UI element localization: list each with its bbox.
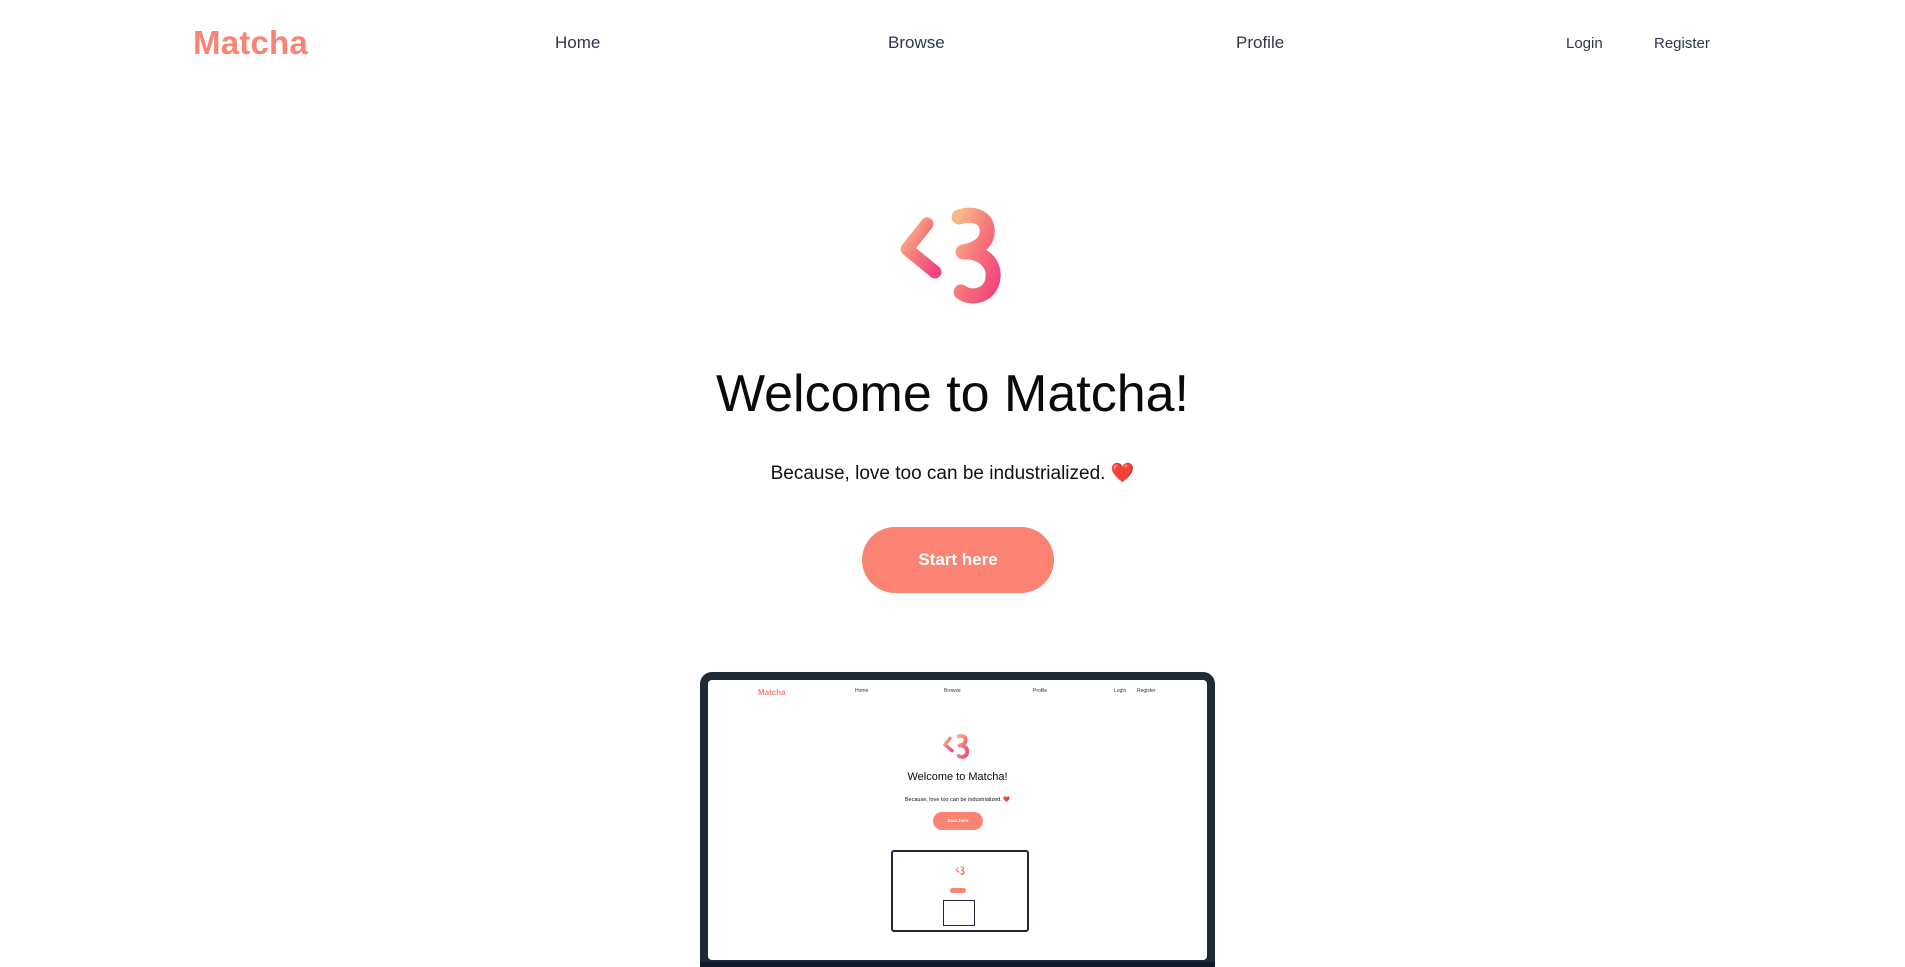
hero-title: Welcome to Matcha! — [715, 365, 1189, 423]
nav-browse-link[interactable]: Browse — [888, 33, 945, 53]
hero-subtitle: Because, love too can be industrialized.… — [770, 463, 1135, 484]
laptop-base — [700, 962, 1215, 967]
preview-start-button: Start here — [933, 812, 983, 830]
preview-subtitle: Because, love too can be industrialized.… — [904, 797, 1011, 803]
preview-nav-profile: Profile — [1033, 688, 1048, 694]
matcha-heart-logo-icon — [900, 207, 1001, 304]
nested-laptop-preview — [891, 850, 1029, 932]
preview-brand: Matcha — [758, 688, 786, 697]
login-link[interactable]: Login — [1566, 35, 1603, 52]
preview-nav-register: Register — [1137, 688, 1156, 694]
brand-logo-link[interactable]: Matcha — [193, 24, 308, 62]
preview-title: Welcome to Matcha! — [907, 771, 1008, 783]
register-link[interactable]: Register — [1654, 35, 1710, 52]
preview-nav-browse: Browse — [944, 688, 961, 694]
preview-nav-login: Login — [1114, 688, 1127, 694]
laptop-preview: Matcha Home Browse Profile Login Registe… — [700, 672, 1215, 967]
laptop-screen: Matcha Home Browse Profile Login Registe… — [708, 680, 1207, 960]
nested-preview-button — [950, 888, 966, 893]
nav-profile-link[interactable]: Profile — [1236, 33, 1284, 53]
nested-nested-laptop — [943, 900, 975, 926]
nav-home-link[interactable]: Home — [555, 33, 600, 53]
preview-nav-home: Home — [855, 688, 869, 694]
nested-preview-logo-icon — [955, 866, 965, 875]
top-navbar: Matcha Home Browse Profile Login Registe… — [0, 0, 1905, 90]
preview-logo-icon — [943, 733, 970, 759]
start-here-button[interactable]: Start here — [862, 527, 1054, 593]
